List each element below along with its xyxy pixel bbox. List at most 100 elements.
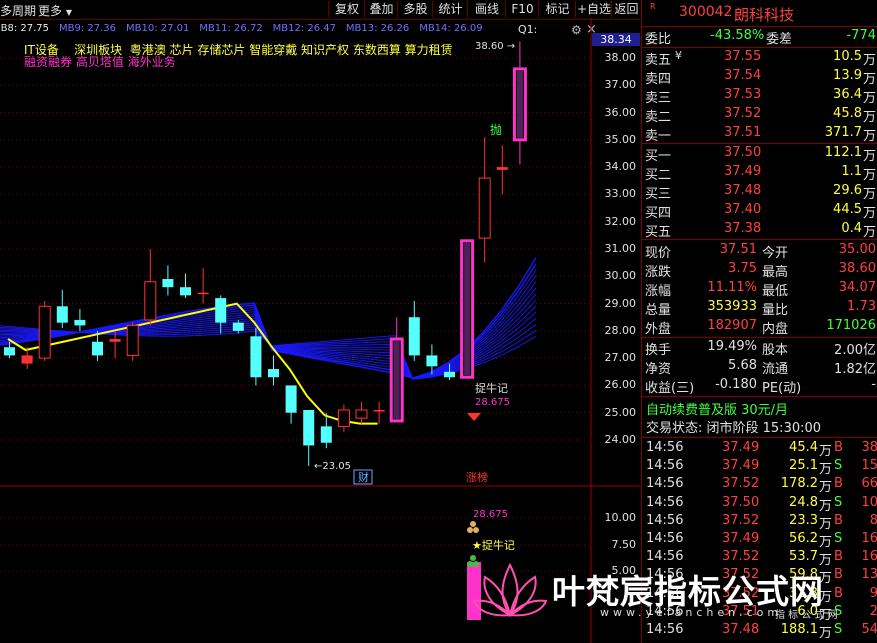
tick-price: 37.48: [722, 622, 760, 637]
fund-value: 19.49%: [707, 339, 757, 354]
zhuoniu-label: 捉牛记: [475, 381, 508, 395]
tick-unit: 万: [818, 480, 832, 496]
tick-count: 16: [861, 549, 877, 565]
stat-row: 总量 353933 量比 1.73: [642, 299, 877, 318]
ask-label: 卖四: [645, 72, 672, 87]
ask-label: 卖五: [645, 53, 672, 68]
candle[interactable]: [460, 239, 475, 379]
tick-volume: 178.2: [780, 476, 818, 492]
candle[interactable]: [478, 137, 491, 263]
tick-unit: 万: [818, 462, 832, 478]
tick-volume: 25.1: [789, 458, 818, 474]
kline-chart[interactable]: 38.60 → ←23.05 抛捉牛记 28.675 财 涨榜 28.675 ★捉牛记: [0, 0, 641, 643]
candle[interactable]: [180, 273, 191, 299]
tick-count: 2: [869, 603, 877, 619]
tick-row: 14:56 37.52 178.2 万 B 66: [642, 476, 877, 496]
candle[interactable]: [56, 289, 68, 329]
tick-side: S: [834, 494, 843, 510]
tick-side: S: [834, 622, 843, 637]
tick-count: 16: [861, 531, 877, 546]
candle[interactable]: [496, 145, 508, 195]
stat-value: 182907: [707, 318, 757, 333]
tick-side: B: [834, 549, 843, 565]
stock-header: R 300042 朗科科技: [642, 2, 877, 24]
stat-row: 涨跌 3.75 最高 38.60: [642, 261, 877, 280]
tick-price: 37.52: [722, 512, 760, 528]
bid-row: 买二 37.49 1.1 万: [642, 164, 877, 183]
candle[interactable]: [144, 249, 157, 326]
sub-tick-label: 10.00: [604, 511, 637, 524]
tick-unit: 万: [818, 626, 832, 641]
candle[interactable]: [74, 309, 86, 331]
stat-row: 涨幅 11.11% 最低 34.07: [642, 280, 877, 299]
tick-time: 14:56: [646, 622, 684, 637]
stat-label-2: 今开: [762, 246, 789, 261]
trade-status: 交易状态: 闭市阶段 15:30:00: [642, 417, 877, 436]
stat-label: 外盘: [645, 322, 672, 337]
tick-row: 14:56 37.52 23.3 万 B 8: [642, 512, 877, 532]
weibi-row: 委比 -43.58% 委差 -774: [642, 28, 877, 47]
stat-value-2: 38.60: [838, 261, 876, 276]
promo-link[interactable]: 自动续费普及版 30元/月: [642, 399, 877, 418]
stat-label-2: 内盘: [762, 322, 789, 337]
stat-value: 3.75: [728, 261, 757, 276]
bid-unit: 万: [862, 168, 876, 183]
candle[interactable]: [162, 265, 174, 296]
stat-row: 现价 37.51 今开 35.00: [642, 242, 877, 261]
candle[interactable]: [197, 268, 209, 304]
stat-label: 涨跌: [645, 265, 672, 280]
weicha-value: -774: [846, 28, 876, 43]
candle[interactable]: [126, 322, 139, 361]
bid-unit: 万: [862, 225, 876, 240]
candle[interactable]: [303, 409, 315, 466]
bid-volume: 44.5: [833, 202, 862, 217]
stat-label: 涨幅: [645, 284, 672, 299]
fund-value-2: -: [871, 377, 876, 392]
quote-panel: R 300042 朗科科技 委比 -43.58% 委差 -774 卖五 ¥37.5…: [641, 0, 877, 643]
tick-count: 13: [861, 567, 877, 583]
candle[interactable]: [512, 41, 527, 165]
price-tick-label: 35.00: [604, 132, 637, 146]
tick-unit: 万: [818, 516, 832, 532]
tick-side: B: [834, 585, 843, 601]
rights-mark: R: [650, 2, 656, 11]
tick-row: 14:56 37.49 45.4 万 B 38: [642, 440, 877, 459]
candle[interactable]: [389, 317, 404, 423]
candle[interactable]: [38, 300, 51, 361]
stat-value: 353933: [707, 299, 757, 314]
stat-label-2: 最低: [762, 284, 789, 299]
zhuoniu-value: 28.675: [475, 397, 510, 408]
cai-marker: 财: [358, 470, 369, 484]
tick-unit: 万: [818, 535, 832, 550]
bid-volume: 1.1: [841, 164, 862, 179]
candle[interactable]: [285, 385, 297, 424]
stock-name: 朗科科技: [734, 6, 795, 24]
candle[interactable]: [337, 404, 350, 432]
tick-time: 14:56: [646, 458, 684, 474]
fund-label: 收益(三): [645, 381, 695, 396]
tick-unit: 万: [818, 498, 832, 514]
candle[interactable]: [250, 328, 262, 386]
zhangbang-marker: 涨榜: [466, 470, 488, 484]
tick-volume: 56.2: [789, 531, 818, 546]
tick-volume: 45.4: [789, 440, 818, 455]
ask-label: 卖三: [645, 91, 672, 106]
tick-price: 37.49: [722, 531, 760, 546]
bid-label: 买一: [645, 149, 672, 164]
fund-label-2: 流通: [762, 362, 789, 377]
candle[interactable]: [408, 300, 420, 361]
tick-time: 14:56: [646, 494, 684, 510]
bid-volume: 112.1: [824, 145, 862, 160]
bid-price: 37.48: [724, 183, 762, 198]
tick-price: 37.49: [722, 440, 760, 455]
ask-label: 卖二: [645, 110, 672, 125]
trade-status-text: 交易状态: 闭市阶段 15:30:00: [646, 421, 822, 436]
candle[interactable]: [373, 401, 385, 424]
stat-value-2: 1.73: [847, 299, 876, 314]
tick-unit: 万: [818, 444, 832, 459]
candle[interactable]: [355, 401, 368, 424]
candle[interactable]: [21, 347, 33, 370]
bid-unit: 万: [862, 206, 876, 221]
candle[interactable]: [268, 355, 279, 386]
tick-time: 14:56: [646, 531, 684, 546]
